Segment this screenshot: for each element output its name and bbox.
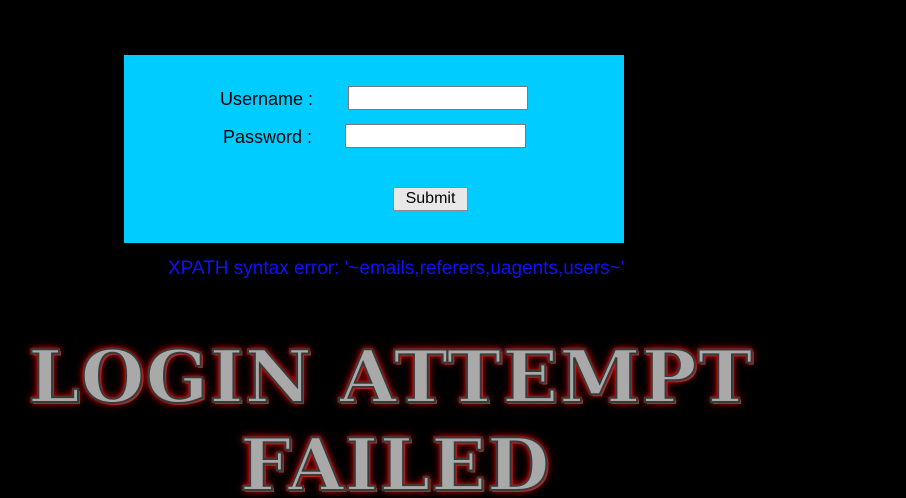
page: Username : Password : Submit XPATH synta… [0, 0, 906, 498]
password-label: Password : [223, 127, 313, 147]
login-failed-banner: LOGIN ATTEMPT FAILED [0, 330, 906, 498]
password-input[interactable] [345, 124, 526, 148]
username-input[interactable] [348, 86, 528, 110]
login-form-panel: Username : Password : Submit [124, 55, 624, 243]
username-label: Username : [220, 89, 314, 109]
banner-line-1: LOGIN ATTEMPT [27, 333, 754, 420]
banner-line-2: FAILED [239, 421, 551, 498]
error-message: XPATH syntax error: '~emails,referers,ua… [168, 258, 625, 279]
submit-button[interactable]: Submit [393, 187, 468, 211]
